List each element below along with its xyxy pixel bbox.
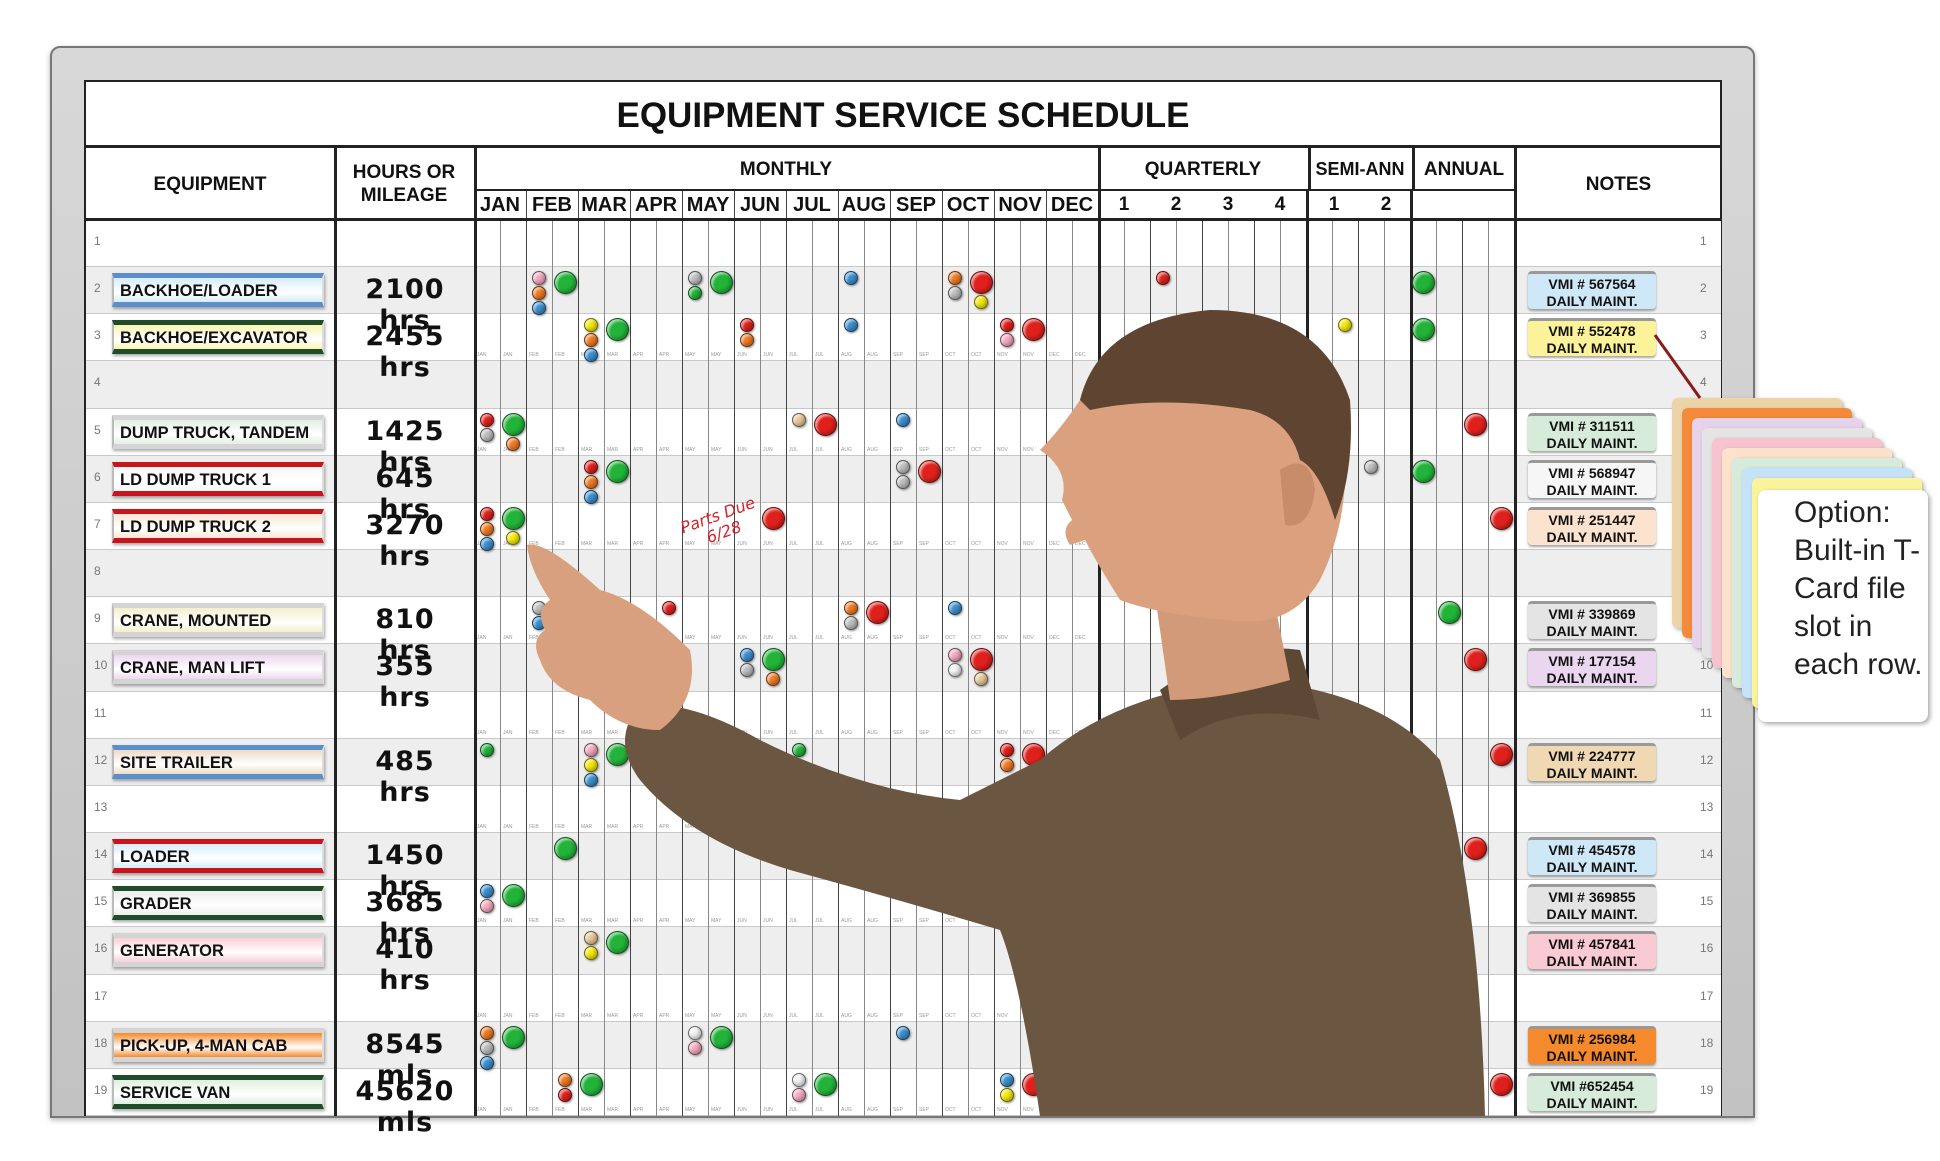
callout-pointer [1653, 334, 1702, 399]
t-card-callout: Option: Built-in T-Card file slot in eac… [1758, 490, 1928, 722]
